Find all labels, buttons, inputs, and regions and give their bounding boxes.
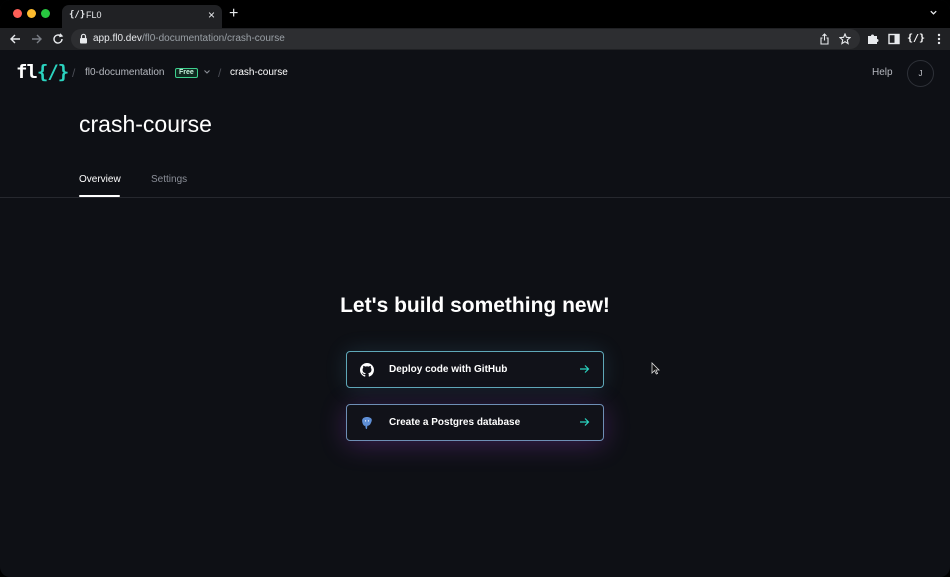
mouse-cursor-icon [651, 362, 660, 375]
tab-strip: {/} FL0 × + [0, 0, 950, 28]
back-arrow-icon[interactable] [8, 32, 22, 46]
url-host: app.fl0.dev [93, 33, 142, 44]
tab-close-icon[interactable]: × [208, 8, 215, 22]
create-postgres-button[interactable]: Create a Postgres database [346, 404, 604, 441]
url-text: app.fl0.dev/fl0-documentation/crash-cour… [93, 33, 285, 44]
tab-title: FL0 [86, 10, 102, 20]
close-window-button[interactable] [13, 9, 22, 18]
help-link[interactable]: Help [872, 67, 893, 78]
page-title: crash-course [79, 111, 212, 137]
minimize-window-button[interactable] [27, 9, 36, 18]
tab-search-chevron-icon[interactable] [929, 8, 938, 17]
arrow-right-icon [580, 365, 590, 373]
browser-window: {/} FL0 × + app.fl0.dev/fl0-documentatio… [0, 0, 950, 577]
browser-tab[interactable]: {/} FL0 × [62, 5, 222, 28]
url-path: /fl0-documentation/crash-course [141, 33, 285, 44]
deploy-github-label: Deploy code with GitHub [389, 364, 508, 375]
address-bar[interactable]: app.fl0.dev/fl0-documentation/crash-cour… [71, 29, 860, 49]
logo-text: fl [16, 61, 38, 83]
breadcrumb-separator: / [218, 66, 222, 80]
hero-title: Let's build something new! [340, 294, 610, 317]
project-chevron-down-icon[interactable] [203, 68, 211, 76]
maximize-window-button[interactable] [41, 9, 50, 18]
plan-badge: Free [175, 68, 198, 78]
github-icon [360, 363, 374, 377]
new-tab-button[interactable]: + [229, 6, 238, 22]
tab-overview[interactable]: Overview [79, 174, 121, 185]
bookmark-star-icon[interactable] [839, 33, 851, 45]
postgres-icon [362, 417, 372, 430]
fl0-logo[interactable]: fl{/} [16, 61, 69, 83]
browser-toolbar: app.fl0.dev/fl0-documentation/crash-cour… [0, 28, 950, 50]
page-tabs: Overview Settings [0, 166, 950, 198]
side-panel-icon[interactable] [887, 32, 901, 46]
tab-settings[interactable]: Settings [151, 174, 187, 185]
extensions-puzzle-icon[interactable] [866, 32, 880, 46]
deploy-github-button[interactable]: Deploy code with GitHub [346, 351, 604, 388]
fl0-favicon-icon: {/} [69, 10, 86, 20]
share-icon[interactable] [819, 33, 830, 45]
breadcrumb-project[interactable]: fl0-documentation [85, 67, 165, 78]
reload-icon[interactable] [51, 32, 65, 46]
active-tab-indicator [79, 195, 120, 197]
lock-icon[interactable] [79, 33, 88, 44]
forward-arrow-icon[interactable] [30, 32, 44, 46]
avatar[interactable]: J [907, 60, 934, 87]
more-menu-icon[interactable] [932, 32, 946, 46]
logo-bracket: {/} [36, 61, 69, 83]
breadcrumb-separator: / [72, 66, 76, 80]
arrow-right-icon [580, 418, 590, 426]
breadcrumb-current[interactable]: crash-course [230, 67, 288, 78]
fl0-extension-icon[interactable]: {/} [907, 33, 925, 47]
create-postgres-label: Create a Postgres database [389, 417, 521, 428]
